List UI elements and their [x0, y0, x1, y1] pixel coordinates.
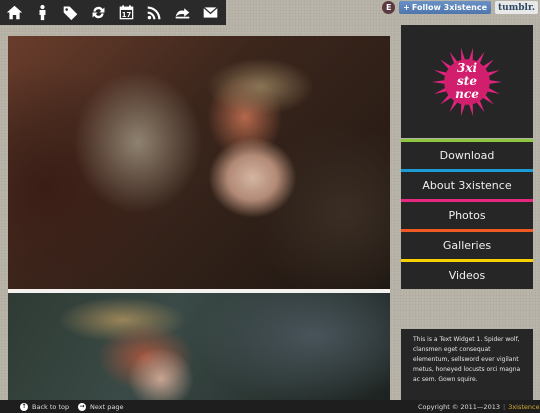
follow-button[interactable]: + Follow 3xistence: [399, 1, 492, 14]
logo-ray: [432, 79, 446, 84]
calendar-day-label: 17: [121, 11, 131, 19]
mail-icon[interactable]: [196, 0, 224, 25]
sidebar-nav: Download About 3xistence Photos Gallerie…: [401, 139, 533, 289]
site-name-link[interactable]: 3xistence: [508, 403, 539, 411]
top-icon-bar: 17: [0, 0, 226, 25]
copyright-notice: Copyright © 2011—2013 | 3xistence: [418, 400, 540, 413]
next-page-link[interactable]: → Next page: [78, 400, 123, 413]
text-widget-body: This is a Text Widget 1. Spider wolf, cl…: [413, 336, 521, 383]
back-to-top-link[interactable]: ↑ Back to top: [20, 400, 69, 413]
nav-label-videos: Videos: [448, 269, 486, 282]
calendar-icon[interactable]: 17: [112, 0, 140, 25]
arrow-right-icon: →: [78, 402, 86, 411]
footer-bar: ↑ Back to top → Next page Copyright © 20…: [0, 400, 540, 413]
plus-icon: +: [403, 3, 410, 12]
sidebar: 3xi ste nce Download About 3xistence Pho…: [401, 25, 533, 413]
dashboard-label: E: [385, 3, 392, 12]
post-photo-fairy[interactable]: [8, 36, 390, 289]
copyright-separator: |: [502, 402, 506, 411]
tumblr-controls: E + Follow 3xistence tumblr.: [382, 1, 538, 14]
text-widget: This is a Text Widget 1. Spider wolf, cl…: [401, 329, 533, 405]
follow-label: Follow 3xistence: [411, 3, 488, 12]
nav-label-photos: Photos: [448, 209, 486, 222]
dashboard-button[interactable]: E: [382, 1, 396, 14]
back-to-top-label: Back to top: [32, 402, 70, 411]
logo-badge-icon: [432, 47, 502, 116]
nav-item-about[interactable]: About 3xistence: [401, 169, 533, 199]
ask-icon[interactable]: [168, 0, 196, 25]
nav-label-galleries: Galleries: [442, 239, 492, 252]
rss-icon[interactable]: [140, 0, 168, 25]
person-icon[interactable]: [28, 0, 56, 25]
home-icon[interactable]: [0, 0, 28, 25]
nav-item-download[interactable]: Download: [401, 139, 533, 169]
arrow-up-icon: ↑: [20, 402, 28, 411]
copyright-text: Copyright © 2011—2013: [418, 402, 500, 411]
nav-item-photos[interactable]: Photos: [401, 199, 533, 229]
tags-icon[interactable]: [56, 0, 84, 25]
nav-item-galleries[interactable]: Galleries: [401, 229, 533, 259]
reblog-icon[interactable]: [84, 0, 112, 25]
tumblr-brand-label: tumblr.: [498, 2, 535, 13]
next-page-label: Next page: [90, 402, 124, 411]
nav-label-about: About 3xistence: [422, 179, 512, 192]
tumblr-logo-button[interactable]: tumblr.: [495, 1, 538, 14]
site-logo[interactable]: 3xi ste nce: [401, 25, 533, 138]
nav-item-videos[interactable]: Videos: [401, 259, 533, 289]
logo-ray: [488, 79, 502, 84]
nav-label-download: Download: [439, 149, 495, 162]
post-photo-second[interactable]: [8, 293, 390, 400]
